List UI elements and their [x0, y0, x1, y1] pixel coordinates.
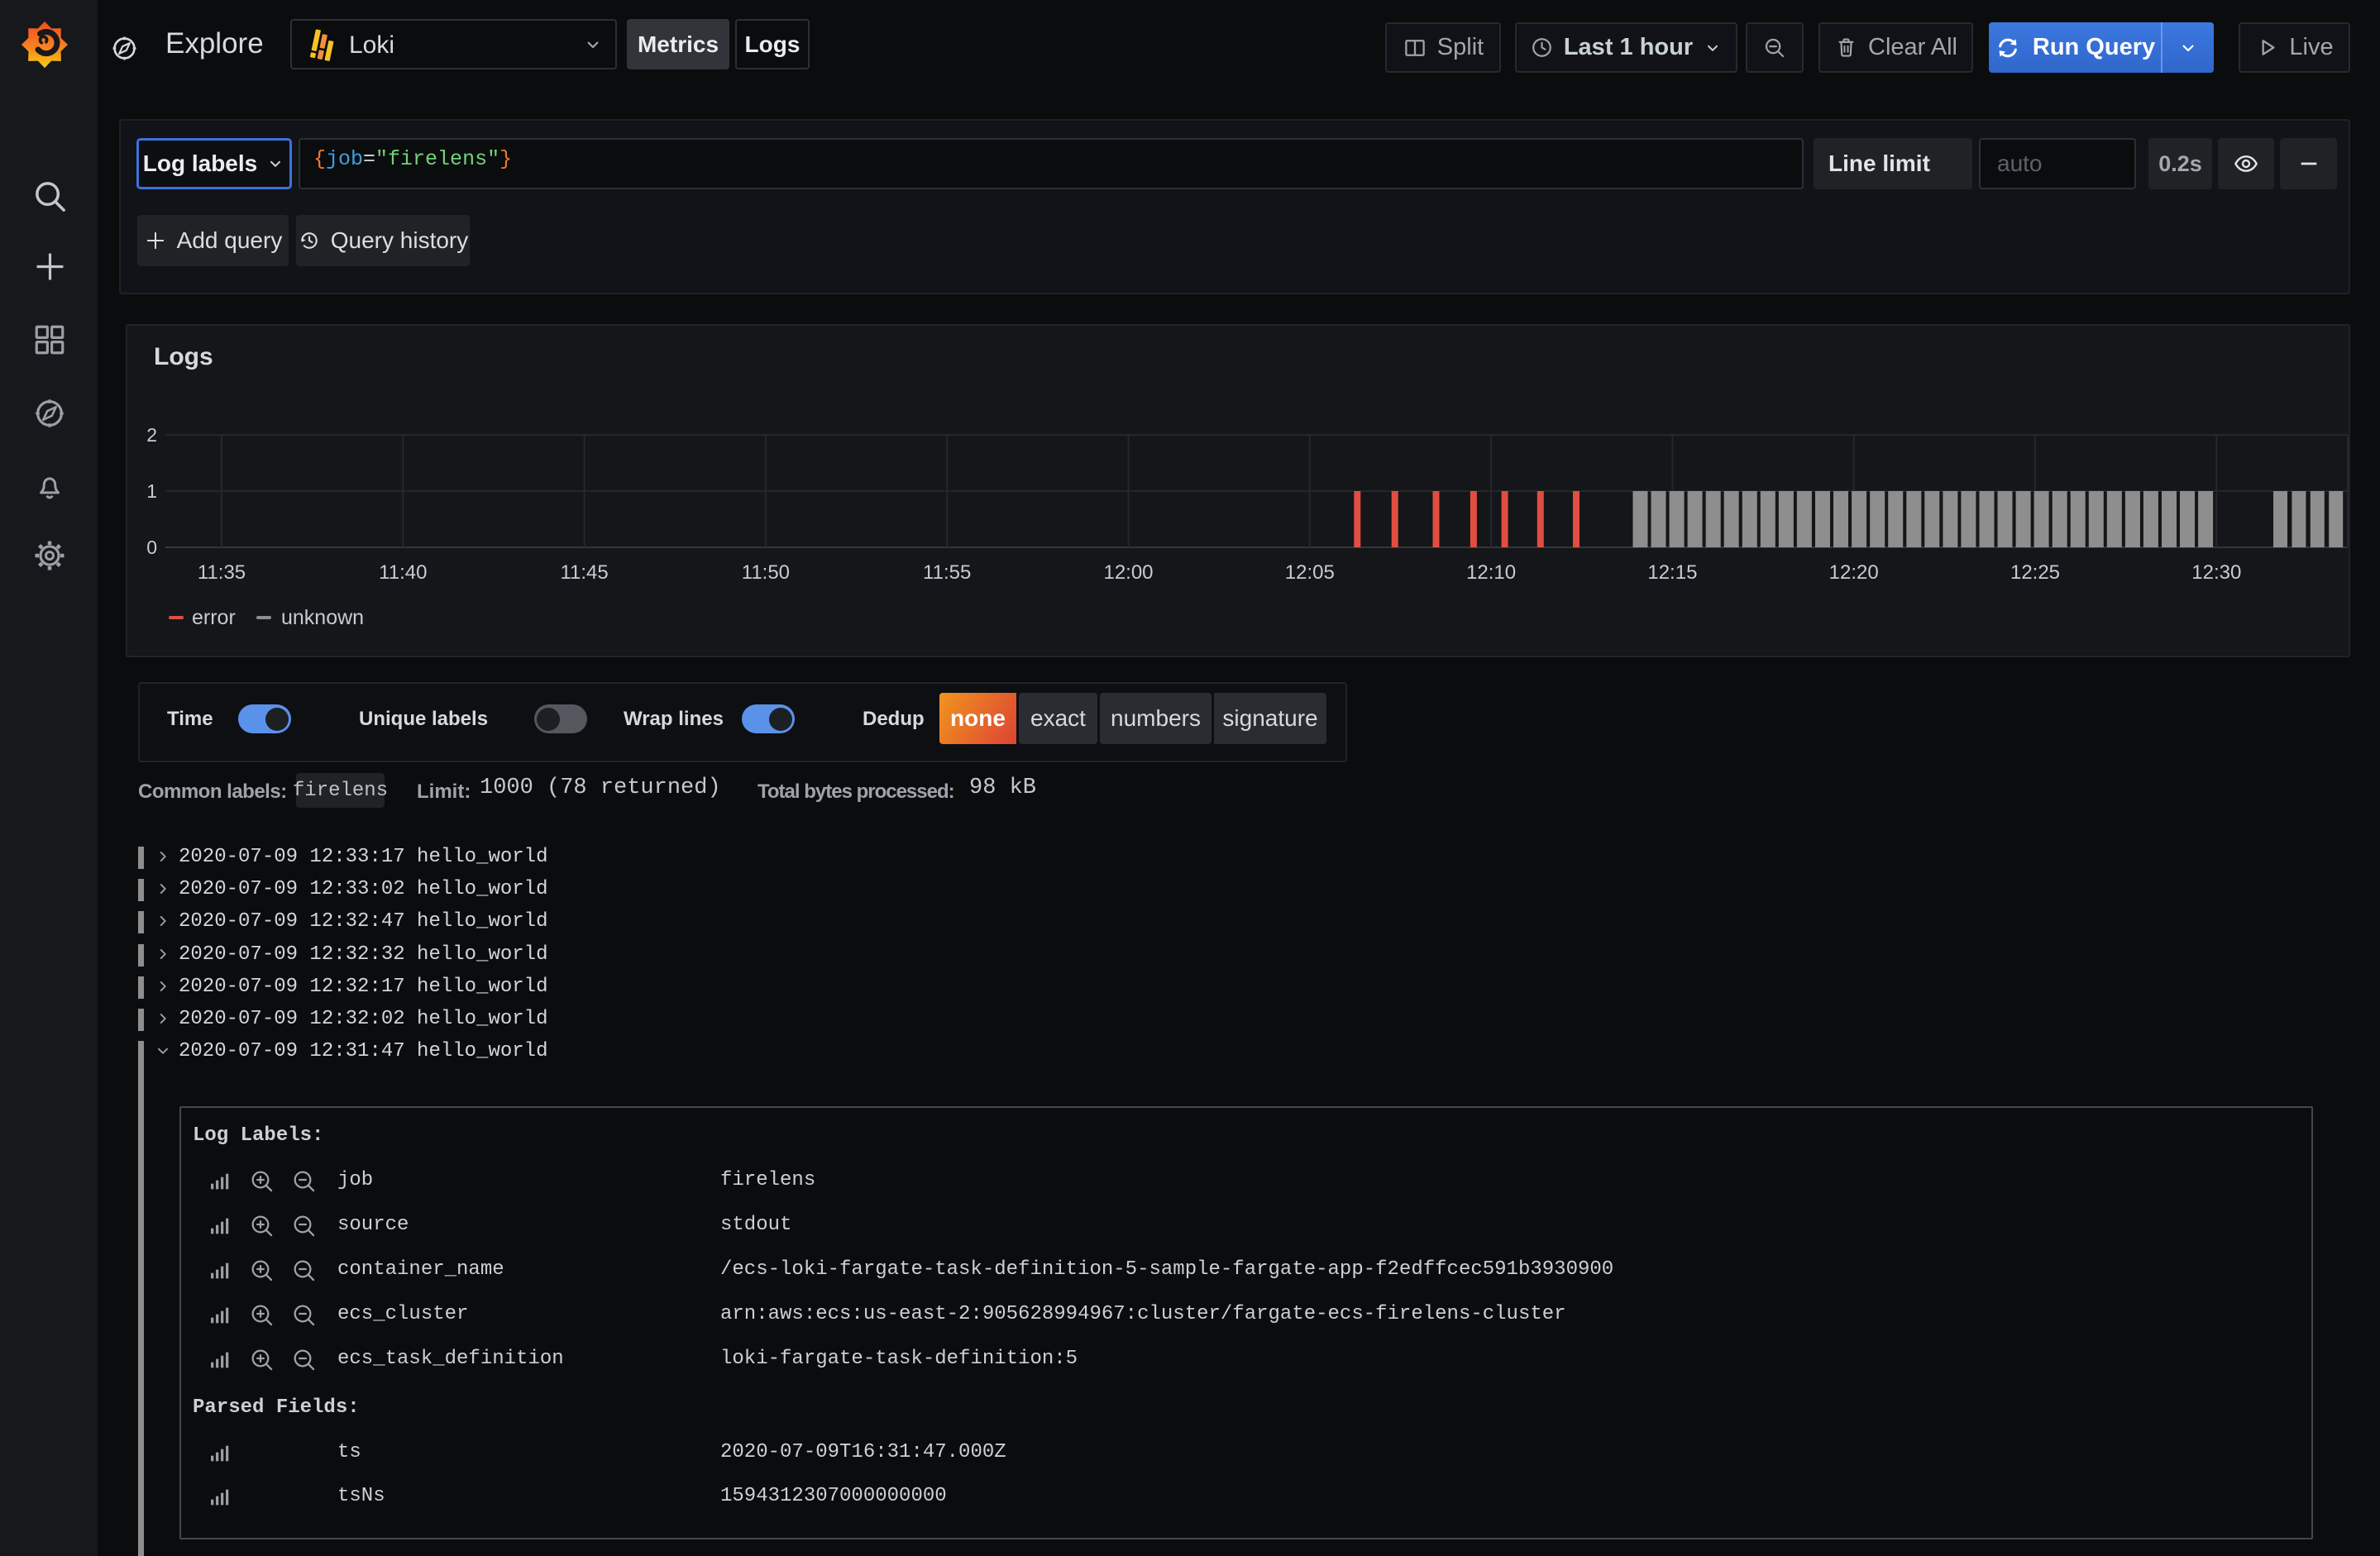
- svg-text:11:35: 11:35: [198, 561, 246, 584]
- svg-text:12:20: 12:20: [1829, 561, 1879, 584]
- svg-text:11:40: 11:40: [379, 561, 427, 584]
- svg-text:11:45: 11:45: [560, 561, 608, 584]
- svg-text:unknown: unknown: [281, 606, 364, 629]
- svg-text:12:05: 12:05: [1285, 561, 1335, 584]
- svg-text:12:25: 12:25: [2010, 561, 2060, 584]
- svg-text:12:00: 12:00: [1103, 561, 1153, 584]
- svg-text:11:55: 11:55: [923, 561, 971, 584]
- svg-text:0: 0: [146, 537, 157, 558]
- svg-text:12:30: 12:30: [2191, 561, 2241, 584]
- svg-text:12:15: 12:15: [1647, 561, 1697, 584]
- svg-text:12:10: 12:10: [1466, 561, 1516, 584]
- svg-text:1: 1: [146, 480, 157, 502]
- svg-text:error: error: [192, 606, 236, 629]
- svg-text:2: 2: [146, 424, 157, 446]
- svg-text:11:50: 11:50: [742, 561, 790, 584]
